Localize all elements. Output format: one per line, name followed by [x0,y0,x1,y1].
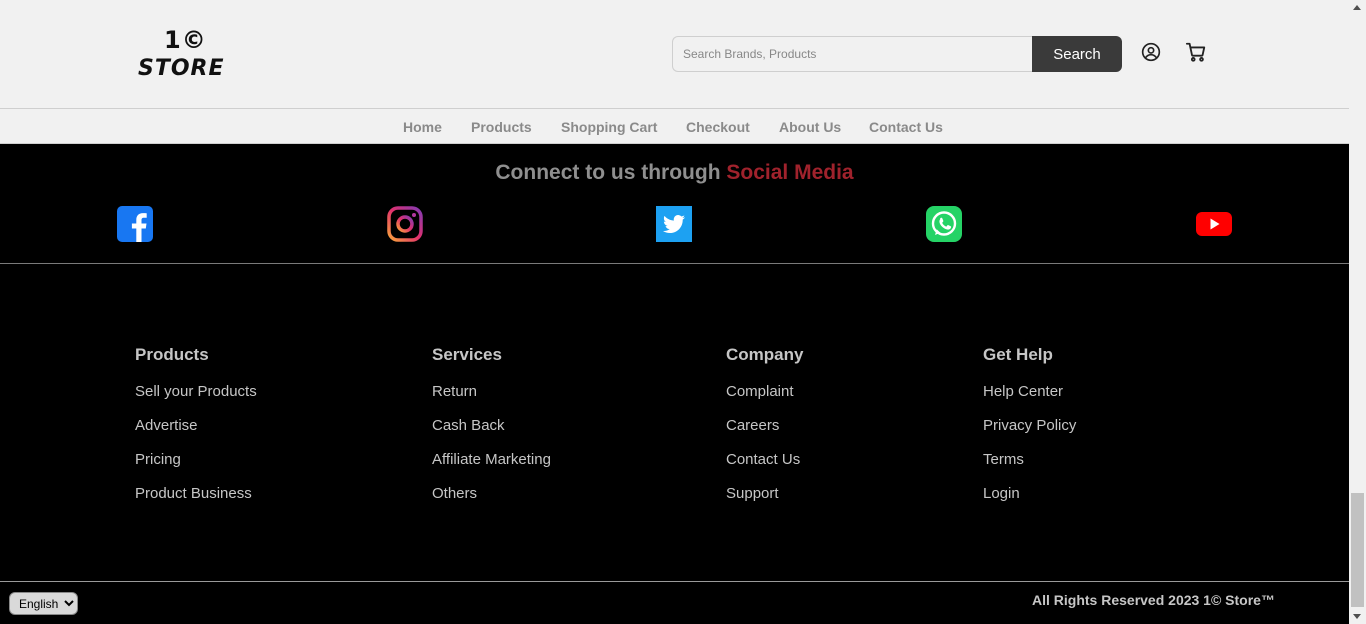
instagram-icon[interactable] [387,206,423,242]
social-heading-prefix: Connect to us through [495,161,727,184]
social-divider [0,263,1349,264]
footer-heading: Get Help [983,345,1053,364]
footer-link[interactable]: Careers [726,417,779,434]
footer-link[interactable]: Affiliate Marketing [432,451,551,468]
viewport: 1© STORE Search Brands, Products Search … [0,0,1349,624]
twitter-icon[interactable] [656,206,692,242]
nav-home[interactable]: Home [403,119,442,135]
nav-contact-us[interactable]: Contact Us [869,119,943,135]
main-nav: Home Products Shopping Cart Checkout Abo… [0,109,1349,144]
footer-heading: Company [726,345,804,364]
footer-link[interactable]: Others [432,485,477,502]
whatsapp-icon[interactable] [926,206,962,242]
footer-link[interactable]: Privacy Policy [983,417,1076,434]
footer-heading: Products [135,345,209,364]
footer-column-get-help: Get Help Help Center Privacy Policy Term… [983,345,1076,502]
scroll-up-arrow-icon[interactable] [1353,5,1361,10]
nav-shopping-cart[interactable]: Shopping Cart [561,119,657,135]
language-select[interactable]: English [9,592,78,615]
shopping-cart-icon[interactable] [1184,40,1208,64]
logo-mark: 1© [164,26,207,54]
footer-link[interactable]: Login [983,485,1020,502]
social-heading: Connect to us through Social Media [0,161,1349,185]
nav-about-us[interactable]: About Us [779,119,841,135]
footer-divider [0,581,1349,582]
footer-link[interactable]: Help Center [983,383,1063,400]
store-logo[interactable]: 1© STORE [138,26,226,82]
social-heading-accent: Social Media [726,161,854,184]
page-scrollbar[interactable] [1349,0,1366,624]
copyright-text: All Rights Reserved 2023 1© Store™ [1032,592,1275,608]
footer-link[interactable]: Terms [983,451,1024,468]
nav-checkout[interactable]: Checkout [686,119,750,135]
footer-column-services: Services Return Cash Back Affiliate Mark… [432,345,551,502]
footer-link[interactable]: Product Business [135,485,252,502]
site-header: 1© STORE Search [0,0,1349,109]
footer-link[interactable]: Sell your Products [135,383,257,400]
footer-heading: Services [432,345,502,364]
youtube-icon[interactable] [1196,206,1232,242]
footer-link[interactable]: Cash Back [432,417,505,434]
scroll-thumb[interactable] [1351,493,1364,607]
footer-column-company: Company Complaint Careers Contact Us Sup… [726,345,804,502]
footer-link[interactable]: Return [432,383,477,400]
footer-link[interactable]: Contact Us [726,451,800,468]
nav-products[interactable]: Products [471,119,532,135]
facebook-icon[interactable] [117,206,153,242]
logo-text: STORE [138,56,225,81]
search-bar: Search [672,36,1122,72]
footer-link[interactable]: Complaint [726,383,794,400]
footer-link[interactable]: Support [726,485,779,502]
footer-link[interactable]: Advertise [135,417,198,434]
footer-link[interactable]: Pricing [135,451,181,468]
search-input[interactable] [672,36,1032,72]
footer-column-products: Products Sell your Products Advertise Pr… [135,345,257,502]
scroll-down-arrow-icon[interactable] [1353,614,1361,619]
page: 1© STORE Search Brands, Products Search … [0,0,1366,624]
user-account-icon[interactable] [1139,40,1163,64]
search-button[interactable]: Search [1032,36,1122,72]
